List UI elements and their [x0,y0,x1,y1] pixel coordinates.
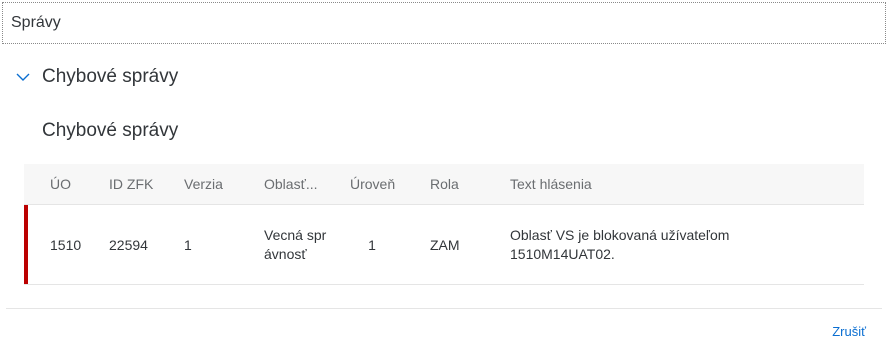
cell-id-zfk: 22594 [109,236,148,253]
column-header-verzia[interactable]: Verzia [174,176,254,192]
table-row[interactable]: 1510 22594 1 Vecná správnosť 1 ZAM Oblas… [24,205,864,285]
chevron-down-icon[interactable] [12,66,34,88]
dialog-title-text: Správy [11,14,61,31]
table-header-row: ÚO ID ZFK Verzia Oblasť... Úroveň Rola T… [24,164,864,205]
cell-uo: 1510 [50,236,82,253]
cell-text: Oblasť VS je blokovaná užívateľom 1510M1… [510,226,730,262]
column-header-id-zfk[interactable]: ID ZFK [99,176,174,192]
column-header-oblast[interactable]: Oblasť... [254,176,340,192]
error-status-indicator [24,205,28,284]
table-title: Chybové správy [42,120,179,141]
cell-uroven: 1 [368,236,376,253]
messages-table: ÚO ID ZFK Verzia Oblasť... Úroveň Rola T… [24,164,864,285]
panel-title: Chybové správy [42,66,179,87]
cell-oblast: Vecná správnosť [264,226,327,262]
column-header-uo[interactable]: ÚO [24,176,99,192]
cancel-button[interactable]: Zrušiť [832,324,866,339]
cell-verzia: 1 [184,236,192,253]
dialog-title: Správy [2,2,886,44]
panel-header-error-messages[interactable]: Chybové správy [12,60,178,94]
column-header-text[interactable]: Text hlásenia [500,176,864,192]
column-header-uroven[interactable]: Úroveň [340,176,420,192]
cell-rola: ZAM [430,236,460,253]
footer-divider [6,308,882,309]
column-header-rola[interactable]: Rola [420,176,500,192]
